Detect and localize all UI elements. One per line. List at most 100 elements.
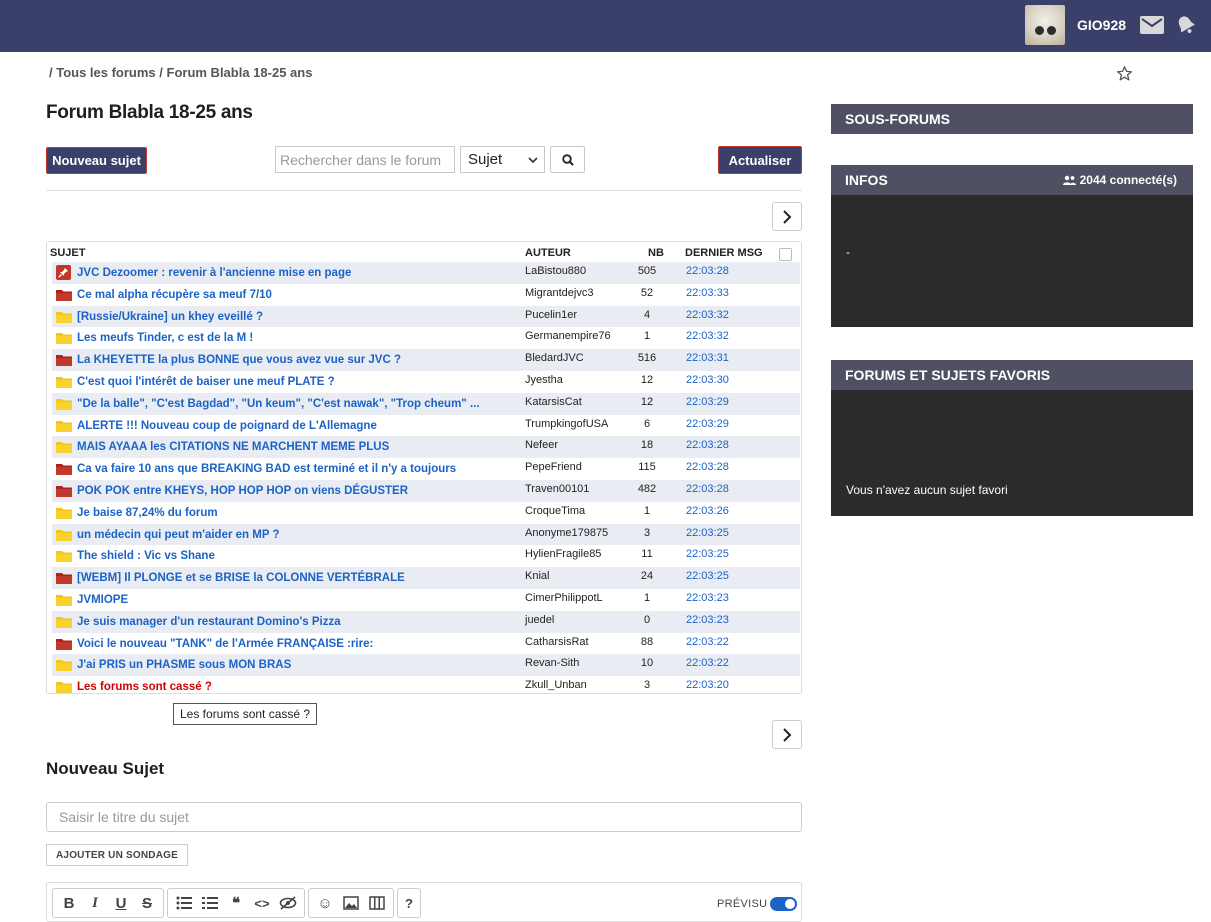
topic-last-message-time[interactable]: 22:03:22 [686,636,729,648]
topic-last-message-time[interactable]: 22:03:30 [686,374,729,386]
topic-last-message-time[interactable]: 22:03:31 [686,352,729,364]
topic-author[interactable]: Nefeer [525,439,558,451]
topic-author[interactable]: BledardJVC [525,352,584,364]
topic-author[interactable]: Anonyme179875 [525,527,608,539]
table-row[interactable]: Ca va faire 10 ans que BREAKING BAD est … [52,458,800,480]
topic-title-link[interactable]: C'est quoi l'intérêt de baiser une meuf … [77,376,335,388]
topic-author[interactable]: Revan-Sith [525,657,579,669]
topic-title-link[interactable]: Ce mal alpha récupère sa meuf 7/10 [77,289,272,301]
bell-icon[interactable] [1175,14,1197,36]
spoiler-icon[interactable] [275,890,301,916]
topic-title-link[interactable]: Voici le nouveau "TANK" de l'Armée FRANÇ… [77,638,373,650]
topic-last-message-time[interactable]: 22:03:28 [686,461,729,473]
italic-icon[interactable]: I [82,890,108,916]
table-row[interactable]: [WEBM] Il PLONGE et se BRISE la COLONNE … [52,567,800,589]
topic-author[interactable]: PepeFriend [525,461,582,473]
topic-title-link[interactable]: MAIS AYAAA les CITATIONS NE MARCHENT MEM… [77,441,389,453]
topic-last-message-time[interactable]: 22:03:20 [686,679,729,691]
search-input[interactable] [275,146,455,173]
numbered-list-icon[interactable] [197,890,223,916]
topic-author[interactable]: Germanempire76 [525,330,611,342]
topic-author[interactable]: TrumpkingofUSA [525,418,608,430]
table-row[interactable]: C'est quoi l'intérêt de baiser une meuf … [52,371,800,393]
topic-title-input[interactable] [46,802,802,832]
topic-author[interactable]: CatharsisRat [525,636,589,648]
topic-last-message-time[interactable]: 22:03:25 [686,570,729,582]
topic-title-link[interactable]: JVC Dezoomer : revenir à l'ancienne mise… [77,267,351,279]
table-row[interactable]: The shield : Vic vs Shane HylienFragile85… [52,545,800,567]
connected-count[interactable]: 2044 connecté(s) [1062,173,1177,187]
quote-icon[interactable]: ❝ [223,890,249,916]
code-icon[interactable]: <> [249,890,275,916]
topic-author[interactable]: LaBistou880 [525,265,586,277]
topic-last-message-time[interactable]: 22:03:28 [686,439,729,451]
topic-title-link[interactable]: Les forums sont cassé ? [77,681,212,693]
topic-last-message-time[interactable]: 22:03:32 [686,330,729,342]
topic-last-message-time[interactable]: 22:03:25 [686,527,729,539]
table-row[interactable]: un médecin qui peut m'aider en MP ? Anony… [52,523,800,546]
topic-title-link[interactable]: un médecin qui peut m'aider en MP ? [77,529,280,541]
topic-last-message-time[interactable]: 22:03:28 [686,265,729,277]
topic-author[interactable]: Migrantdejvc3 [525,287,593,299]
table-row[interactable]: Ce mal alpha récupère sa meuf 7/10 Migran… [52,284,800,306]
table-row[interactable]: Les meufs Tinder, c est de la M ! Germane… [52,327,800,349]
table-row[interactable]: La KHEYETTE la plus BONNE que vous avez … [52,349,800,371]
topic-author[interactable]: CimerPhilippotL [525,592,603,604]
topic-last-message-time[interactable]: 22:03:26 [686,505,729,517]
topic-last-message-time[interactable]: 22:03:33 [686,287,729,299]
topic-author[interactable]: KatarsisCat [525,396,582,408]
topic-last-message-time[interactable]: 22:03:22 [686,657,729,669]
table-row[interactable]: ALERTE !!! Nouveau coup de poignard de L… [52,415,800,437]
topic-title-link[interactable]: ALERTE !!! Nouveau coup de poignard de L… [77,420,377,432]
add-poll-button[interactable]: AJOUTER UN SONDAGE [46,844,188,866]
subforums-panel-title[interactable]: SOUS-FORUMS [831,104,1193,134]
topic-title-link[interactable]: Je baise 87,24% du forum [77,507,218,519]
table-row[interactable]: "De la balle", "C'est Bagdad", "Un keum"… [52,392,800,415]
table-row[interactable]: JVMIOPE CimerPhilippotL 1 22:03:23 [52,589,800,611]
preview-toggle[interactable] [770,897,797,911]
table-row[interactable]: Voici le nouveau "TANK" de l'Armée FRANÇ… [52,633,800,655]
topic-last-message-time[interactable]: 22:03:23 [686,592,729,604]
mail-icon[interactable] [1140,16,1164,34]
breadcrumb[interactable]: / Tous les forums / Forum Blabla 18-25 a… [49,65,312,80]
topic-author[interactable]: Traven00101 [525,483,589,495]
strikethrough-icon[interactable]: S [134,890,160,916]
topic-title-link[interactable]: "De la balle", "C'est Bagdad", "Un keum"… [77,398,480,410]
table-row[interactable]: MAIS AYAAA les CITATIONS NE MARCHENT MEM… [52,436,800,459]
bullet-list-icon[interactable] [171,890,197,916]
topic-title-link[interactable]: [WEBM] Il PLONGE et se BRISE la COLONNE … [77,572,405,584]
topic-title-link[interactable]: Ca va faire 10 ans que BREAKING BAD est … [77,463,456,475]
avatar[interactable] [1025,5,1065,45]
topic-author[interactable]: HylienFragile85 [525,548,601,560]
video-icon[interactable] [364,890,390,916]
topic-title-link[interactable]: [Russie/Ukraine] un khey eveillé ? [77,311,263,323]
topic-title-link[interactable]: POK POK entre KHEYS, HOP HOP HOP on vien… [77,485,408,497]
table-row[interactable]: J'ai PRIS un PHASME sous MON BRAS Revan-S… [52,654,800,677]
select-all-checkbox[interactable] [779,248,792,261]
help-icon[interactable]: ? [401,890,417,916]
new-topic-button[interactable]: Nouveau sujet [46,147,147,174]
table-row[interactable]: [Russie/Ukraine] un khey eveillé ? Puceli… [52,305,800,328]
topic-author[interactable]: Zkull_Unban [525,679,587,691]
topic-title-link[interactable]: J'ai PRIS un PHASME sous MON BRAS [77,659,291,671]
topic-title-link[interactable]: La KHEYETTE la plus BONNE que vous avez … [77,354,401,366]
star-icon[interactable] [1116,65,1133,82]
topic-title-link[interactable]: JVMIOPE [77,594,128,606]
next-page-button-top[interactable] [772,202,802,231]
topic-last-message-time[interactable]: 22:03:29 [686,396,729,408]
topic-last-message-time[interactable]: 22:03:32 [686,309,729,321]
table-row[interactable]: Je baise 87,24% du forum CroqueTima 1 22:03… [52,502,800,524]
refresh-button[interactable]: Actualiser [718,146,802,174]
table-row[interactable]: POK POK entre KHEYS, HOP HOP HOP on vien… [52,479,800,502]
username[interactable]: GIO928 [1077,17,1126,33]
table-row[interactable]: Les forums sont cassé ? Zkull_Unban 3 22:03… [52,676,800,698]
topic-last-message-time[interactable]: 22:03:25 [686,548,729,560]
emoji-icon[interactable]: ☺ [312,890,338,916]
image-icon[interactable] [338,890,364,916]
topic-title-link[interactable]: The shield : Vic vs Shane [77,550,215,562]
topic-author[interactable]: Knial [525,570,549,582]
topic-last-message-time[interactable]: 22:03:28 [686,483,729,495]
topic-last-message-time[interactable]: 22:03:29 [686,418,729,430]
underline-icon[interactable]: U [108,890,134,916]
table-row[interactable]: JVC Dezoomer : revenir à l'ancienne mise… [52,262,800,284]
